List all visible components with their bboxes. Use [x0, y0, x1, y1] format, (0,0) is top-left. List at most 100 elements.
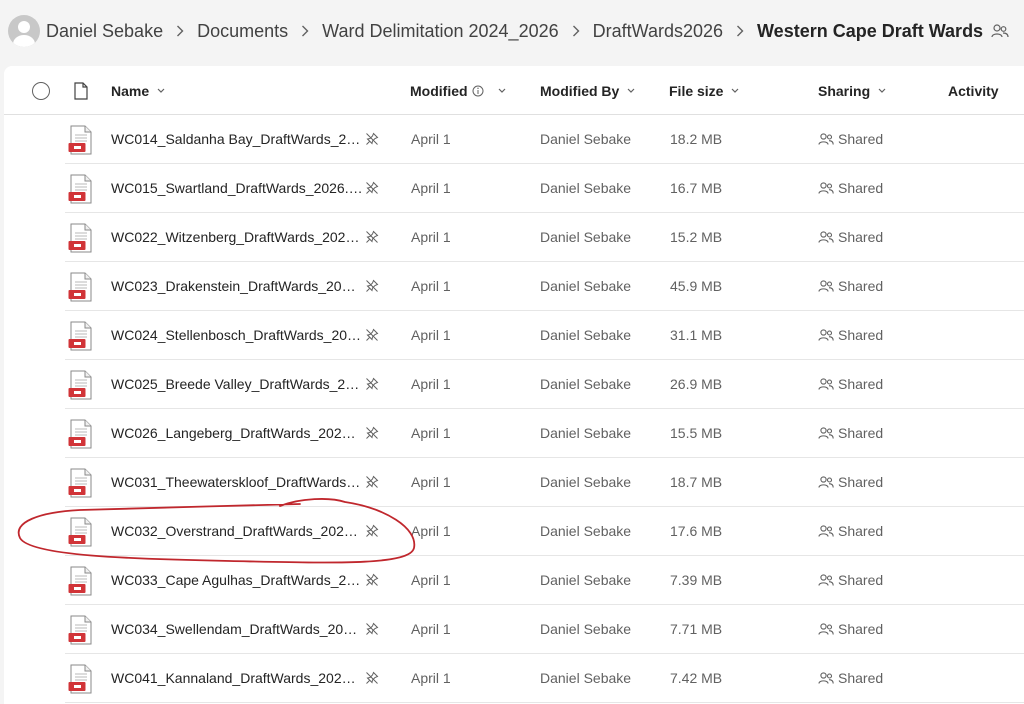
sharing-cell[interactable]: Shared: [818, 458, 883, 506]
file-name-cell[interactable]: WC024_Stellenbosch_DraftWards_2026.pdf: [111, 311, 365, 359]
file-name-cell[interactable]: WC032_Overstrand_DraftWards_2026.pdf: [111, 507, 365, 555]
sharing-cell[interactable]: Shared: [818, 409, 883, 457]
chevron-down-icon: [627, 88, 635, 94]
table-row[interactable]: WC022_Witzenberg_DraftWards_2026.pdf Apri…: [65, 213, 1024, 262]
sharing-cell[interactable]: Shared: [818, 654, 883, 702]
file-name[interactable]: WC022_Witzenberg_DraftWards_2026.pdf: [111, 213, 363, 261]
file-name[interactable]: WC031_Theewaterskloof_DraftWards_2026.pd…: [111, 458, 363, 506]
modified-by-cell[interactable]: Daniel Sebake: [540, 213, 631, 261]
pin-off-icon[interactable]: [365, 213, 379, 261]
breadcrumb-item-documents[interactable]: Documents: [197, 21, 288, 42]
column-activity[interactable]: Activity: [948, 66, 999, 115]
file-name-cell[interactable]: WC034_Swellendam_DraftWards_2026.pdf: [111, 605, 365, 653]
modified-by-cell[interactable]: Daniel Sebake: [540, 164, 631, 212]
modified-by-cell[interactable]: Daniel Sebake: [540, 556, 631, 604]
file-name-cell[interactable]: WC041_Kannaland_DraftWards_2026.pdf: [111, 654, 365, 702]
modified-by-cell[interactable]: Daniel Sebake: [540, 115, 631, 163]
table-row[interactable]: WC026_Langeberg_DraftWards_2026.pdf April…: [65, 409, 1024, 458]
table-row[interactable]: WC024_Stellenbosch_DraftWards_2026.pdf Ap…: [65, 311, 1024, 360]
chevron-right-icon: [723, 21, 757, 41]
table-row[interactable]: WC041_Kannaland_DraftWards_2026.pdf April…: [65, 654, 1024, 703]
pin-off-icon[interactable]: [365, 262, 379, 310]
file-explorer-page: Daniel Sebake Documents Ward Delimitatio…: [0, 0, 1024, 704]
breadcrumb-item-draftwards[interactable]: DraftWards2026: [593, 21, 723, 42]
file-list: Name Modified Modified By File size Shar…: [4, 66, 1024, 704]
file-name-cell[interactable]: WC023_Drakenstein_DraftWards_2026.pdf: [111, 262, 365, 310]
file-size-cell: 31.1 MB: [670, 327, 723, 343]
file-name-cell[interactable]: WC014_Saldanha Bay_DraftWards_2026.pdf: [111, 115, 365, 163]
table-row[interactable]: WC025_Breede Valley_DraftWards_2026.pdf A…: [65, 360, 1024, 409]
table-row[interactable]: WC015_Swartland_DraftWards_2026.pdf April…: [65, 164, 1024, 213]
file-name[interactable]: WC025_Breede Valley_DraftWards_2026.pdf: [111, 360, 363, 408]
table-row[interactable]: WC023_Drakenstein_DraftWards_2026.pdf Apr…: [65, 262, 1024, 311]
file-name[interactable]: WC014_Saldanha Bay_DraftWards_2026.pdf: [111, 115, 363, 163]
column-modified-by[interactable]: Modified By: [540, 66, 635, 115]
sharing-cell[interactable]: Shared: [818, 556, 883, 604]
modified-by-cell[interactable]: Daniel Sebake: [540, 654, 631, 702]
pin-off-icon[interactable]: [365, 605, 379, 653]
sharing-cell[interactable]: Shared: [818, 164, 883, 212]
people-icon: [818, 181, 834, 195]
file-name[interactable]: WC015_Swartland_DraftWards_2026.pdf: [111, 164, 363, 212]
file-name[interactable]: WC041_Kannaland_DraftWards_2026.pdf: [111, 654, 363, 702]
file-name-cell[interactable]: WC025_Breede Valley_DraftWards_2026.pdf: [111, 360, 365, 408]
column-modified[interactable]: Modified: [410, 66, 506, 115]
modified-by-cell[interactable]: Daniel Sebake: [540, 311, 631, 359]
modified-cell: April 1: [411, 474, 451, 490]
pin-off-icon[interactable]: [365, 556, 379, 604]
column-name[interactable]: Name: [111, 66, 165, 115]
table-row[interactable]: WC031_Theewaterskloof_DraftWards_2026.pd…: [65, 458, 1024, 507]
pin-off-icon[interactable]: [365, 507, 379, 555]
breadcrumb-item-ward-delimitation[interactable]: Ward Delimitation 2024_2026: [322, 21, 558, 42]
sharing-cell[interactable]: Shared: [818, 360, 883, 408]
pin-off-icon[interactable]: [365, 360, 379, 408]
sharing-cell[interactable]: Shared: [818, 311, 883, 359]
pdf-file-icon: [68, 419, 94, 449]
file-name[interactable]: WC024_Stellenbosch_DraftWards_2026.pdf: [111, 311, 363, 359]
modified-by-cell[interactable]: Daniel Sebake: [540, 507, 631, 555]
modified-by-cell[interactable]: Daniel Sebake: [540, 360, 631, 408]
modified-by-cell[interactable]: Daniel Sebake: [540, 262, 631, 310]
file-name-cell[interactable]: WC033_Cape Agulhas_DraftWards_2026.pdf: [111, 556, 365, 604]
pdf-file-icon: [68, 370, 94, 400]
sharing-cell[interactable]: Shared: [818, 213, 883, 261]
modified-by-cell[interactable]: Daniel Sebake: [540, 605, 631, 653]
file-name[interactable]: WC032_Overstrand_DraftWards_2026.pdf: [111, 507, 363, 555]
people-icon[interactable]: [991, 23, 1009, 39]
pdf-file-icon: [68, 174, 94, 204]
table-row[interactable]: WC032_Overstrand_DraftWards_2026.pdf Apri…: [65, 507, 1024, 556]
select-all-checkbox[interactable]: [32, 66, 50, 115]
file-size-cell: 26.9 MB: [670, 376, 723, 392]
sharing-cell[interactable]: Shared: [818, 262, 883, 310]
file-name-cell[interactable]: WC031_Theewaterskloof_DraftWards_2026.pd…: [111, 458, 365, 506]
sharing-cell[interactable]: Shared: [818, 115, 883, 163]
breadcrumb-item-user[interactable]: Daniel Sebake: [46, 21, 163, 42]
pin-off-icon[interactable]: [365, 409, 379, 457]
file-name-cell[interactable]: WC022_Witzenberg_DraftWards_2026.pdf: [111, 213, 365, 261]
modified-by-cell[interactable]: Daniel Sebake: [540, 458, 631, 506]
sharing-cell[interactable]: Shared: [818, 507, 883, 555]
file-name[interactable]: WC026_Langeberg_DraftWards_2026.pdf: [111, 409, 363, 457]
pin-off-icon[interactable]: [365, 654, 379, 702]
people-icon: [818, 426, 834, 440]
table-row[interactable]: WC034_Swellendam_DraftWards_2026.pdf Apri…: [65, 605, 1024, 654]
pin-off-icon[interactable]: [365, 164, 379, 212]
file-name[interactable]: WC023_Drakenstein_DraftWards_2026.pdf: [111, 262, 363, 310]
table-row[interactable]: WC033_Cape Agulhas_DraftWards_2026.pdf Ap…: [65, 556, 1024, 605]
file-name[interactable]: WC033_Cape Agulhas_DraftWards_2026.pdf: [111, 556, 363, 604]
sharing-cell[interactable]: Shared: [818, 605, 883, 653]
avatar[interactable]: [8, 15, 40, 47]
table-row[interactable]: WC014_Saldanha Bay_DraftWards_2026.pdf Ap…: [65, 115, 1024, 164]
file-name[interactable]: WC034_Swellendam_DraftWards_2026.pdf: [111, 605, 363, 653]
file-type-icon[interactable]: [74, 66, 88, 115]
modified-by-cell[interactable]: Daniel Sebake: [540, 409, 631, 457]
info-icon[interactable]: [472, 85, 484, 97]
pin-off-icon[interactable]: [365, 311, 379, 359]
column-file-size[interactable]: File size: [669, 66, 739, 115]
pin-off-icon[interactable]: [365, 115, 379, 163]
file-name-cell[interactable]: WC015_Swartland_DraftWards_2026.pdf: [111, 164, 365, 212]
file-name-cell[interactable]: WC026_Langeberg_DraftWards_2026.pdf: [111, 409, 365, 457]
pin-off-icon[interactable]: [365, 458, 379, 506]
column-sharing[interactable]: Sharing: [818, 66, 886, 115]
people-icon: [818, 524, 834, 538]
